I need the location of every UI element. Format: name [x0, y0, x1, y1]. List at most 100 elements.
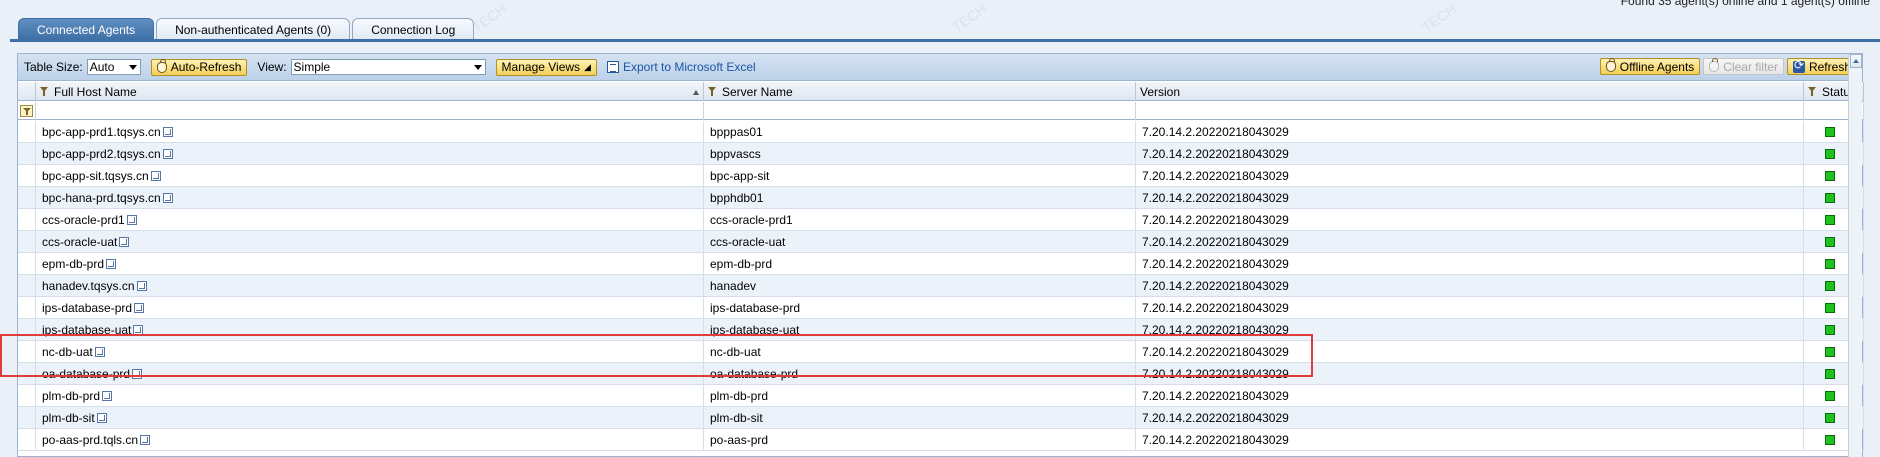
host-name: bpc-app-prd2.tqsys.cn [42, 147, 161, 161]
details-icon[interactable] [162, 193, 173, 203]
select-column-header [18, 82, 36, 101]
status-online-icon [1825, 325, 1835, 335]
table-row[interactable]: bpc-app-sit.tqsys.cn bpc-app-sit 7.20.14.2… [18, 165, 1864, 187]
host-cell: bpc-app-prd2.tqsys.cn [36, 143, 704, 165]
row-selector[interactable] [18, 275, 36, 297]
refresh-button[interactable]: Refresh [1786, 58, 1857, 75]
version-cell: 7.20.14.2.20220218043029 [1136, 385, 1804, 407]
table-row[interactable]: ccs-oracle-uat ccs-oracle-uat 7.20.14.2.20… [18, 231, 1864, 253]
host-cell: ccs-oracle-prd1 [36, 209, 704, 231]
tab-non-authenticated-agents[interactable]: Non-authenticated Agents (0) [156, 18, 351, 40]
status-online-icon [1825, 237, 1835, 247]
version-value: 7.20.14.2.20220218043029 [1142, 345, 1289, 359]
row-selector[interactable] [18, 231, 36, 253]
row-selector[interactable] [18, 209, 36, 231]
view-label: View: [257, 60, 287, 74]
details-icon[interactable] [94, 347, 105, 357]
status-online-icon [1825, 435, 1835, 445]
details-icon[interactable] [150, 171, 161, 181]
table-row[interactable]: plm-db-prd plm-db-prd 7.20.14.2.2022021804… [18, 385, 1864, 407]
table-row[interactable]: ips-database-prd ips-database-prd 7.20.14.… [18, 297, 1864, 319]
export-excel-link[interactable]: Export to Microsoft Excel [606, 60, 756, 74]
tab-connection-log[interactable]: Connection Log [352, 18, 475, 40]
details-icon[interactable] [133, 325, 144, 335]
details-icon[interactable] [162, 149, 173, 159]
table-row[interactable]: nc-db-uat nc-db-uat 7.20.14.2.202202180430… [18, 341, 1864, 363]
clear-filter-label: Clear filter [1723, 59, 1778, 74]
table-row[interactable]: oa-database-prd oa-database-prd 7.20.14.2.… [18, 363, 1864, 385]
auto-refresh-button[interactable]: Auto-Refresh [150, 58, 248, 76]
row-selector[interactable] [18, 319, 36, 341]
tab-connected-agents[interactable]: Connected Agents [18, 18, 155, 40]
row-selector[interactable] [18, 341, 36, 363]
server-cell: bpc-app-sit [704, 165, 1136, 187]
host-name: hanadev.tqsys.cn [42, 279, 135, 293]
column-header-host-label: Full Host Name [54, 84, 137, 99]
version-value: 7.20.14.2.20220218043029 [1142, 125, 1289, 139]
details-icon[interactable] [102, 391, 113, 401]
details-icon[interactable] [106, 259, 117, 269]
table-row[interactable]: bpc-hana-prd.tqsys.cn bpphdb01 7.20.14.2.2… [18, 187, 1864, 209]
clear-filter-button[interactable]: Clear filter [1703, 58, 1784, 75]
table-row[interactable]: po-aas-prd.tqls.cn po-aas-prd 7.20.14.2.20… [18, 429, 1864, 451]
table-row[interactable]: epm-db-prd epm-db-prd 7.20.14.2.2022021804… [18, 253, 1864, 275]
row-selector[interactable] [18, 385, 36, 407]
version-value: 7.20.14.2.20220218043029 [1142, 257, 1289, 271]
details-icon[interactable] [132, 369, 143, 379]
manage-views-button[interactable]: Manage Views ◢ [495, 58, 597, 76]
table-size-select[interactable]: Auto [86, 59, 141, 75]
table-row[interactable]: bpc-app-prd2.tqsys.cn bppvascs 7.20.14.2.2… [18, 143, 1864, 165]
server-cell: plm-db-sit [704, 407, 1136, 429]
details-icon[interactable] [140, 435, 151, 445]
table-row[interactable]: ips-database-uat ips-database-uat 7.20.14.… [18, 319, 1864, 341]
scroll-up-icon[interactable] [1850, 54, 1862, 68]
agent-monitor-screen: Found 35 agent(s) online and 1 agent(s) … [0, 0, 1880, 457]
details-icon[interactable] [136, 281, 147, 291]
status-online-icon [1825, 127, 1835, 137]
host-name: po-aas-prd.tqls.cn [42, 433, 139, 447]
column-header-server[interactable]: Server Name [704, 82, 1136, 101]
column-header-version-label: Version [1140, 84, 1181, 99]
row-selector[interactable] [18, 165, 36, 187]
version-value: 7.20.14.2.20220218043029 [1142, 235, 1289, 249]
details-icon[interactable] [126, 215, 137, 225]
row-selector[interactable] [18, 407, 36, 429]
row-selector[interactable] [18, 187, 36, 209]
server-name: ccs-oracle-uat [710, 235, 786, 249]
row-selector[interactable] [18, 429, 36, 451]
host-name: nc-db-uat [42, 345, 93, 359]
server-name: ips-database-prd [710, 301, 801, 315]
row-selector[interactable] [18, 297, 36, 319]
table-row[interactable]: ccs-oracle-prd1 ccs-oracle-prd1 7.20.14.2.… [18, 209, 1864, 231]
server-cell: ips-database-prd [704, 297, 1136, 319]
filter-host-input[interactable] [36, 102, 704, 120]
column-header-host[interactable]: Full Host Name [36, 82, 704, 101]
filter-toggle-icon[interactable] [20, 105, 33, 117]
details-icon[interactable] [96, 413, 107, 423]
row-selector[interactable] [18, 363, 36, 385]
server-name: hanadev [710, 279, 757, 293]
row-selector[interactable] [18, 121, 36, 143]
status-online-icon [1825, 259, 1835, 269]
host-name: bpc-app-prd1.tqsys.cn [42, 125, 161, 139]
table-row[interactable]: plm-db-sit plm-db-sit 7.20.14.2.2022021804… [18, 407, 1864, 429]
watermark: TECH [1418, 0, 1460, 36]
details-icon[interactable] [119, 237, 130, 247]
row-selector[interactable] [18, 143, 36, 165]
host-cell: ips-database-prd [36, 297, 704, 319]
version-value: 7.20.14.2.20220218043029 [1142, 323, 1289, 337]
details-icon[interactable] [134, 303, 145, 313]
table-row[interactable]: hanadev.tqsys.cn hanadev 7.20.14.2.2022021… [18, 275, 1864, 297]
filter-version-input[interactable] [1136, 102, 1804, 120]
server-cell: nc-db-uat [704, 341, 1136, 363]
offline-agents-button[interactable]: Offline Agents [1599, 58, 1701, 75]
table-row[interactable]: bpc-app-prd1.tqsys.cn bpppas01 7.20.14.2.2… [18, 121, 1864, 143]
view-select[interactable]: Simple [290, 59, 486, 75]
column-header-version[interactable]: Version [1136, 82, 1804, 101]
row-selector[interactable] [18, 253, 36, 275]
host-cell: ccs-oracle-uat [36, 231, 704, 253]
details-icon[interactable] [162, 127, 173, 137]
filter-server-input[interactable] [704, 102, 1136, 120]
vertical-scrollbar[interactable] [1848, 54, 1862, 457]
status-online-icon [1825, 347, 1835, 357]
